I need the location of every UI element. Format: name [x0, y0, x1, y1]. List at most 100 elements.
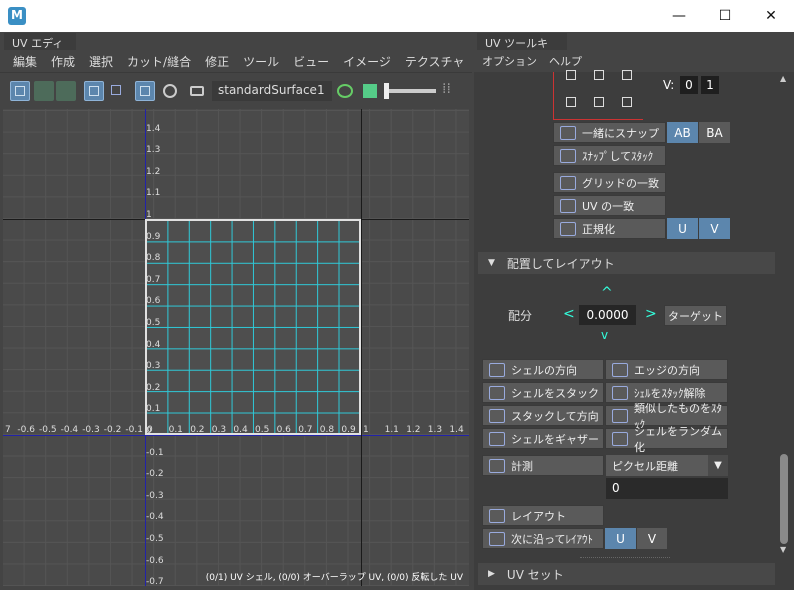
title-bar: M — ☐ ✕ [0, 0, 794, 32]
menu-texture[interactable]: テクスチャ [398, 53, 472, 70]
exposure-slider-handle[interactable] [384, 83, 389, 99]
uv-match-button[interactable]: UV の一致 [553, 195, 666, 216]
distribute-value-field[interactable]: 0.0000 [579, 305, 636, 325]
exposure-slider[interactable] [384, 89, 436, 93]
uv-shell[interactable] [145, 219, 361, 435]
menu-help[interactable]: ヘルプ [541, 53, 586, 69]
checker-icon[interactable] [84, 81, 104, 101]
normalize-u-button[interactable]: U [667, 218, 698, 239]
menu-view[interactable]: ビュー [286, 53, 336, 70]
measure-value-field[interactable]: 0 [606, 478, 728, 499]
layout-along-v-button[interactable]: V [637, 528, 667, 549]
snap-stack-icon [560, 148, 576, 163]
x-tick-label: 0.4 [233, 425, 248, 435]
measure-mode-dropdown[interactable]: ピクセル距離 ▼ [606, 455, 728, 476]
distribute-down-icon[interactable]: v [601, 328, 608, 342]
menu-create[interactable]: 作成 [44, 53, 82, 70]
scroll-down-icon[interactable]: ▼ [780, 545, 786, 554]
orient-edges-button[interactable]: エッジの方向 [605, 359, 728, 380]
snap-ab-button[interactable]: AB [667, 122, 698, 143]
x-tick-label: -0.1 [125, 425, 143, 435]
uv-shell-mode-icon[interactable] [10, 81, 30, 101]
measure-button[interactable]: 計測 [482, 455, 604, 476]
align-checkbox[interactable] [594, 70, 604, 80]
gather-shells-button[interactable]: シェルをギャザー [482, 428, 604, 449]
x-tick-label: 0.6 [276, 425, 291, 435]
layout-along-button[interactable]: 次に沿ってﾚｲｱｳﾄ [482, 528, 604, 549]
menu-options[interactable]: オプション [474, 53, 541, 69]
y-tick-label: 1.3 [146, 145, 161, 156]
distortion-icon[interactable] [160, 81, 180, 101]
y-tick-label: -0.3 [146, 490, 164, 501]
uv-toolkit-tab[interactable]: UV ツールキット [477, 33, 567, 66]
target-button[interactable]: ターゲット [664, 305, 727, 326]
u1-axis-line [361, 109, 362, 586]
y-tick-label: -0.7 [146, 577, 164, 586]
snap-together-button[interactable]: 一緒にスナップ [553, 122, 666, 143]
y-tick-label: 1 [146, 210, 152, 220]
toolbar-expand-icon[interactable]: ⁞⁞ [442, 81, 458, 101]
x-tick-label: 0.3 [211, 425, 227, 435]
x-tick-label: 1.2 [406, 425, 421, 435]
scroll-up-icon[interactable]: ▲ [780, 74, 786, 83]
distribute-left-icon[interactable]: < [563, 306, 575, 322]
y-tick-label: -0.6 [146, 555, 164, 566]
scrollbar-thumb[interactable] [780, 454, 788, 544]
randomize-shells-button[interactable]: シェルをランダム化 [605, 425, 728, 454]
texture-tiles-icon[interactable] [135, 81, 155, 101]
y-tick-label: 0.3 [146, 361, 161, 372]
align-checkbox[interactable] [566, 70, 576, 80]
grid-toggle-icon[interactable] [107, 81, 127, 101]
menu-cut-sew[interactable]: カット/縫合 [120, 53, 198, 70]
align-checkbox[interactable] [622, 70, 632, 80]
y-tick-label: 1.4 [146, 123, 161, 134]
toolkit-scrollbar[interactable]: ▲ ▼ [777, 72, 791, 556]
menu-edit[interactable]: 編集 [6, 53, 44, 70]
stack-icon[interactable] [34, 81, 54, 101]
distribute-right-icon[interactable]: > [645, 306, 657, 322]
snap-and-stack-button[interactable]: ｽﾅｯﾌﾟしてｽﾀｯｸ [553, 145, 666, 166]
x-tick-label: 0.8 [319, 425, 335, 435]
menu-tools[interactable]: ツール [236, 53, 286, 70]
stack-orient-icon [489, 408, 505, 423]
snapshot-icon[interactable] [187, 81, 207, 101]
x-tick-label: 1.4 [449, 425, 464, 435]
distribute-up-icon[interactable]: ^ [601, 285, 613, 301]
x-tick-label: 7 [5, 425, 11, 435]
menu-image[interactable]: イメージ [336, 53, 398, 70]
snap-ba-button[interactable]: BA [699, 122, 730, 143]
maximize-button[interactable]: ☐ [702, 0, 748, 32]
grid-match-button[interactable]: グリッドの一致 [553, 172, 666, 193]
gather-shells-icon [489, 431, 505, 446]
align-checkbox[interactable] [594, 97, 604, 107]
arrange-layout-header[interactable]: ▼ 配置してレイアウト [478, 252, 775, 274]
minimize-button[interactable]: — [656, 0, 702, 32]
normalize-button[interactable]: 正規化 [553, 218, 666, 239]
stack-shells-button[interactable]: シェルをスタック [482, 382, 604, 403]
x-tick-label: -0.2 [103, 425, 122, 435]
image-display-icon[interactable] [360, 81, 380, 101]
uv-editor-tab[interactable]: UV エディタ [4, 33, 76, 66]
layout-button[interactable]: レイアウト [482, 505, 604, 526]
stack-and-orient-button[interactable]: スタックして方向 [482, 405, 604, 426]
uv-viewport[interactable]: 1.5 1.4 1.3 1.2 1.1 1 0.9 0.8 0.7 0.6 0.5 0.4 0.3 0.2… [3, 109, 469, 586]
layout-icon [489, 508, 505, 523]
y-tick-label: 0.9 [146, 231, 161, 242]
normalize-v-button[interactable]: V [699, 218, 730, 239]
v-value-0[interactable]: 0 [680, 76, 698, 94]
layout-along-u-button[interactable]: U [605, 528, 636, 549]
align-checkbox[interactable] [566, 97, 576, 107]
menu-select[interactable]: 選択 [82, 53, 120, 70]
menu-modify[interactable]: 修正 [198, 53, 236, 70]
y-tick-label: 1.1 [146, 188, 161, 199]
stack-right-icon[interactable] [56, 81, 76, 101]
x-tick-label: -0.6 [17, 425, 35, 435]
v-value-1[interactable]: 1 [701, 76, 719, 94]
uv-sets-header[interactable]: ▶ UV セット [478, 563, 775, 585]
material-field[interactable]: standardSurface1 [212, 81, 332, 101]
orient-shells-button[interactable]: シェルの方向 [482, 359, 604, 380]
align-checkbox[interactable] [622, 97, 632, 107]
rgb-channel-icon[interactable] [335, 81, 355, 101]
close-button[interactable]: ✕ [748, 0, 794, 32]
x-tick-label: 1.1 [384, 425, 399, 435]
